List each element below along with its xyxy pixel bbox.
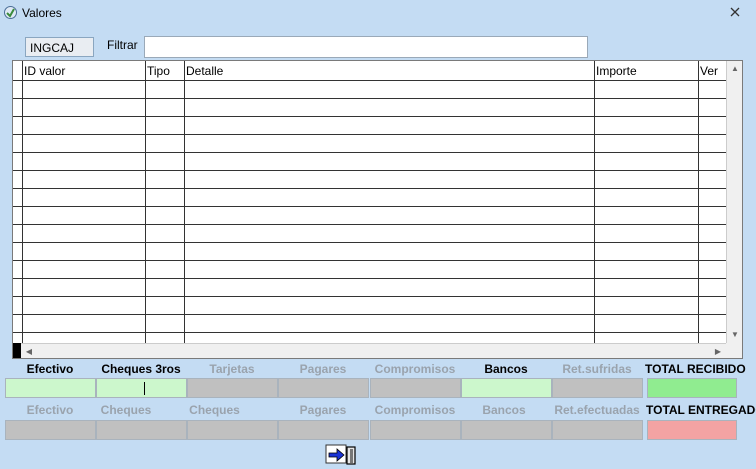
table-row[interactable] — [13, 152, 726, 153]
total-delivered-field — [647, 420, 737, 440]
table-row[interactable] — [13, 224, 726, 225]
title-bar: Valores — [0, 0, 756, 26]
delivered-compromisos-field — [370, 420, 461, 440]
delivered-label-ret-efectuadas: Ret.efectuadas — [554, 403, 640, 417]
delivered-ret-efectuadas-field — [552, 420, 643, 440]
grid-divider — [22, 61, 23, 343]
column-header-ver[interactable]: Ver — [700, 64, 718, 78]
values-grid[interactable]: ID valor Tipo Detalle Importe Ver ▲ ▼ ◀ … — [12, 60, 743, 359]
total-delivered-label: TOTAL ENTREGADO — [646, 403, 756, 417]
table-row[interactable] — [13, 116, 726, 117]
grid-corner-marker — [13, 343, 21, 358]
grid-divider — [145, 61, 146, 343]
horizontal-scrollbar[interactable]: ◀ ▶ — [13, 343, 726, 358]
received-cheques-3ros-field[interactable] — [96, 378, 187, 398]
filter-input[interactable] — [144, 36, 588, 58]
delivered-label-bancos: Bancos — [482, 403, 526, 417]
table-row[interactable] — [13, 314, 726, 315]
table-row[interactable] — [13, 278, 726, 279]
received-label-cheques-3ros: Cheques 3ros — [101, 362, 181, 376]
delivered-label-cheques: Cheques — [100, 403, 152, 417]
table-row[interactable] — [13, 188, 726, 189]
received-label-tarjetas: Tarjetas — [209, 362, 255, 376]
vertical-scrollbar[interactable]: ▲ ▼ — [726, 61, 742, 343]
received-ret-sufridas-field — [552, 378, 643, 398]
delivered-label-compromisos: Compromisos — [374, 403, 456, 417]
table-row[interactable] — [13, 260, 726, 261]
received-efectivo-field[interactable] — [5, 378, 96, 398]
received-compromisos-field — [370, 378, 461, 398]
received-bancos-field[interactable] — [461, 378, 552, 398]
exit-door-icon — [325, 444, 356, 465]
delivered-label-pagares: Pagares — [299, 403, 347, 417]
app-logo-icon — [4, 6, 17, 19]
column-header-detalle[interactable]: Detalle — [186, 64, 223, 78]
scroll-down-arrow-icon[interactable]: ▼ — [727, 327, 742, 343]
received-label-ret-sufridas: Ret.sufridas — [562, 362, 632, 376]
table-row[interactable] — [13, 296, 726, 297]
table-row[interactable] — [13, 206, 726, 207]
filter-label: Filtrar — [107, 38, 138, 52]
received-label-efectivo: Efectivo — [26, 362, 74, 376]
total-received-label: TOTAL RECIBIDO — [645, 362, 746, 376]
close-button[interactable] — [720, 3, 750, 21]
scroll-up-arrow-icon[interactable]: ▲ — [727, 61, 742, 77]
table-row[interactable] — [13, 98, 726, 99]
delivered-cheques-field — [96, 420, 187, 440]
received-label-pagares: Pagares — [299, 362, 347, 376]
grid-divider — [594, 61, 595, 343]
cash-register-code: INGCAJ — [25, 37, 94, 57]
scroll-left-arrow-icon[interactable]: ◀ — [21, 344, 37, 358]
total-received-field — [647, 378, 737, 398]
column-header-id-valor[interactable]: ID valor — [24, 64, 65, 78]
table-row[interactable] — [13, 80, 726, 81]
received-tarjetas-field — [187, 378, 278, 398]
close-icon — [730, 7, 740, 17]
grid-header: ID valor Tipo Detalle Importe Ver — [13, 61, 742, 81]
scrollbar-corner — [726, 343, 742, 358]
table-row[interactable] — [13, 332, 726, 333]
delivered-label-cheques-2: Cheques — [189, 403, 240, 417]
column-header-tipo[interactable]: Tipo — [147, 64, 170, 78]
table-row[interactable] — [13, 134, 726, 135]
column-header-importe[interactable]: Importe — [596, 64, 637, 78]
scroll-right-arrow-icon[interactable]: ▶ — [710, 344, 726, 358]
exit-button[interactable] — [325, 444, 359, 466]
grid-divider — [698, 61, 699, 343]
delivered-bancos-field — [461, 420, 552, 440]
delivered-label-efectivo: Efectivo — [26, 403, 74, 417]
delivered-efectivo-field — [5, 420, 96, 440]
text-caret — [144, 382, 145, 395]
grid-divider — [184, 61, 185, 343]
delivered-pagares-field — [278, 420, 369, 440]
received-label-compromisos: Compromisos — [374, 362, 456, 376]
received-pagares-field — [278, 378, 369, 398]
received-label-bancos: Bancos — [484, 362, 528, 376]
table-row[interactable] — [13, 242, 726, 243]
window-title: Valores — [22, 6, 62, 20]
delivered-cheques-2-field — [187, 420, 278, 440]
table-row[interactable] — [13, 170, 726, 171]
